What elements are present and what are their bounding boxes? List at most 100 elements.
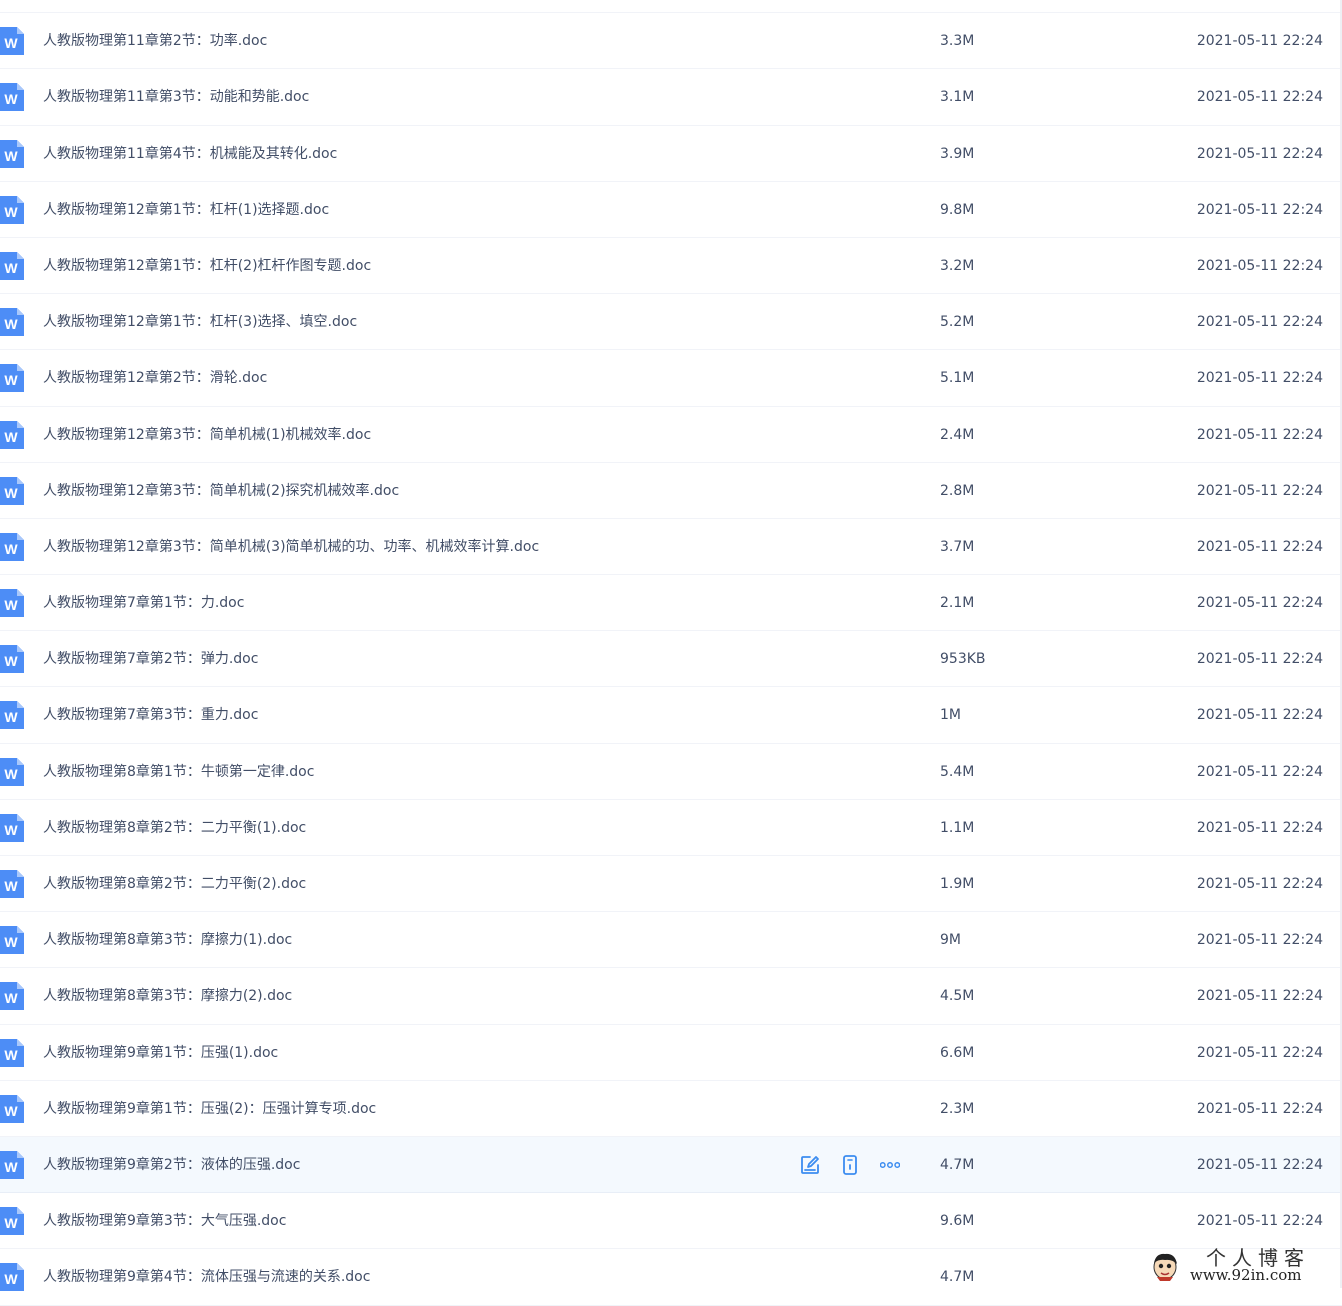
file-date: 2021-05-11 22:24 [1196, 988, 1323, 1005]
file-row[interactable]: W 人教版物理第12章第2节：滑轮.doc 5.1M 2021-05-11 22:24 [0, 350, 1342, 407]
file-row[interactable]: W 人教版物理第8章第3节：摩擦力(1).doc 9M 2021-05-11 22:2… [0, 912, 1342, 969]
file-row[interactable]: W 人教版物理第7章第3节：重力.doc 1M 2021-05-11 22:24 [0, 687, 1342, 744]
word-doc-icon: W [0, 420, 24, 449]
phone-icon[interactable] [840, 1153, 860, 1177]
file-date: 2021-05-11 22:24 [1196, 876, 1323, 892]
file-name-link[interactable]: 人教版物理第12章第3节：简单机械(2)探究机械效率.doc [43, 481, 399, 501]
word-doc-icon: W [0, 476, 24, 505]
file-size: 4.5M [940, 988, 975, 1005]
file-date: 2021-05-11 22:24 [1196, 33, 1323, 50]
file-row[interactable]: W人教版物理第11章第1节：功.doc [0, 0, 1342, 14]
word-doc-icon: W [0, 1038, 24, 1067]
file-row[interactable]: W 人教版物理第8章第3节：摩擦力(2).doc 4.5M 2021-05-11 22… [0, 968, 1342, 1025]
svg-text:W: W [4, 91, 18, 107]
file-name-link[interactable]: 人教版物理第8章第3节：摩擦力(1).doc [43, 930, 292, 950]
file-row[interactable]: W 人教版物理第11章第4节：机械能及其转化.doc 3.9M 2021-05-11 … [0, 126, 1342, 182]
file-row[interactable]: W 人教版物理第7章第2节：弹力.doc 953KB 2021-05-11 22:24 [0, 631, 1342, 688]
file-name-link[interactable]: 人教版物理第8章第1节：牛顿第一定律.doc [43, 762, 314, 782]
file-name-link[interactable]: 人教版物理第12章第1节：杠杆(3)选择、填空.doc [43, 312, 357, 332]
file-row[interactable]: W 人教版物理第12章第3节：简单机械(1)机械效率.doc 2.4M 2021-05… [0, 407, 1342, 463]
file-row[interactable]: W 人教版物理第12章第1节：杠杆(1)选择题.doc 9.8M 2021-05-11… [0, 182, 1342, 238]
file-size: 1.1M [940, 819, 975, 836]
file-name-link[interactable]: 人教版物理第9章第1节：压强(1).doc [43, 1043, 278, 1063]
file-row[interactable]: W 人教版物理第9章第2节：液体的压强.doc 4.7M 2021-05-11 22:… [0, 1136, 1342, 1194]
svg-text:W: W [4, 1215, 18, 1231]
file-name-link[interactable]: 人教版物理第8章第2节：二力平衡(1).doc [43, 818, 306, 838]
file-date: 2021-05-11 22:24 [1196, 482, 1323, 499]
file-name-link[interactable]: 人教版物理第9章第3节：大气压强.doc [43, 1211, 286, 1231]
file-size: 1M [940, 707, 961, 724]
more-icon[interactable] [880, 1153, 900, 1177]
file-row[interactable]: W 人教版物理第11章第2节：功率.doc 3.3M 2021-05-11 22:24 [0, 13, 1342, 70]
file-date: 2021-05-11 22:24 [1196, 819, 1323, 836]
file-row[interactable]: W 人教版物理第9章第1节：压强(1).doc 6.6M 2021-05-11 22:… [0, 1025, 1342, 1081]
file-name-link[interactable]: 人教版物理第11章第3节：动能和势能.doc [43, 87, 309, 107]
edit-icon[interactable] [800, 1153, 820, 1177]
file-row[interactable]: W 人教版物理第12章第1节：杠杆(2)杠杆作图专题.doc 3.2M 2021-05… [0, 238, 1342, 295]
file-name-link[interactable]: 人教版物理第7章第3节：重力.doc [43, 705, 258, 725]
file-date: 2021-05-11 22:24 [1196, 1156, 1323, 1173]
file-size: 4.7M [940, 1269, 975, 1286]
file-size: 3.9M [940, 145, 975, 162]
file-date: 2021-05-11 22:24 [1196, 370, 1323, 387]
file-size: 5.4M [940, 763, 975, 780]
file-size: 3.3M [940, 33, 975, 50]
word-doc-icon: W [0, 926, 24, 955]
file-name-link[interactable]: 人教版物理第11章第2节：功率.doc [43, 31, 267, 51]
file-date: 2021-05-11 22:24 [1196, 651, 1323, 668]
file-date: 2021-05-11 22:24 [1196, 426, 1323, 443]
file-name-link[interactable]: 人教版物理第9章第1节：压强(2)：压强计算专项.doc [43, 1099, 376, 1119]
file-row[interactable]: W 人教版物理第9章第1节：压强(2)：压强计算专项.doc 2.3M 2021-05… [0, 1081, 1342, 1137]
file-size: 9.6M [940, 1213, 975, 1230]
file-name-link[interactable]: 人教版物理第7章第2节：弹力.doc [43, 649, 258, 669]
file-size: 9.8M [940, 201, 975, 218]
file-row[interactable]: W 人教版物理第8章第2节：二力平衡(2).doc 1.9M 2021-05-11 2… [0, 856, 1342, 913]
word-doc-icon: W [0, 645, 24, 674]
svg-text:W: W [4, 597, 18, 613]
svg-text:W: W [4, 934, 18, 950]
file-date: 2021-05-11 22:24 [1196, 707, 1323, 724]
file-name-link[interactable]: 人教版物理第12章第3节：简单机械(3)简单机械的功、功率、机械效率计算.doc [43, 537, 539, 557]
word-doc-icon: W [0, 757, 24, 786]
file-date: 2021-05-11 22:24 [1196, 145, 1323, 162]
file-date: 2021-05-11 22:24 [1196, 1100, 1323, 1117]
file-row[interactable]: W 人教版物理第11章第3节：动能和势能.doc 3.1M 2021-05-11 22… [0, 69, 1342, 126]
file-row[interactable]: W 人教版物理第12章第1节：杠杆(3)选择、填空.doc 5.2M 2021-05-… [0, 294, 1342, 351]
word-doc-icon: W [0, 589, 24, 618]
file-date: 2021-05-11 22:24 [1196, 201, 1323, 218]
file-row[interactable]: W 人教版物理第12章第3节：简单机械(3)简单机械的功、功率、机械效率计算.do… [0, 519, 1342, 576]
file-name-link[interactable]: 人教版物理第11章第4节：机械能及其转化.doc [43, 144, 337, 164]
word-doc-icon: W [0, 139, 24, 168]
file-name-link[interactable]: 人教版物理第12章第3节：简单机械(1)机械效率.doc [43, 425, 371, 445]
file-row[interactable]: W 人教版物理第9章第4节：流体压强与流速的关系.doc 4.7M [0, 1249, 1342, 1306]
svg-text:W: W [4, 148, 18, 164]
file-name-link[interactable]: 人教版物理第9章第2节：液体的压强.doc [43, 1155, 300, 1175]
file-name-link[interactable]: 人教版物理第12章第1节：杠杆(1)选择题.doc [43, 200, 329, 220]
file-row[interactable]: W 人教版物理第9章第3节：大气压强.doc 9.6M 2021-05-11 22:2… [0, 1193, 1342, 1250]
file-row[interactable]: W 人教版物理第12章第3节：简单机械(2)探究机械效率.doc 2.8M 2021-… [0, 463, 1342, 519]
file-name-link[interactable]: 人教版物理第12章第2节：滑轮.doc [43, 368, 267, 388]
file-size: 9M [940, 932, 961, 949]
file-name-link[interactable]: 人教版物理第7章第1节：力.doc [43, 593, 244, 613]
svg-text:W: W [4, 429, 18, 445]
file-size: 953KB [940, 651, 986, 668]
word-doc-icon: W [0, 982, 24, 1011]
file-name-link[interactable]: 人教版物理第8章第2节：二力平衡(2).doc [43, 874, 306, 894]
word-doc-icon: W [0, 308, 24, 337]
svg-text:W: W [4, 653, 18, 669]
word-doc-icon: W [0, 83, 24, 112]
file-row[interactable]: W 人教版物理第8章第1节：牛顿第一定律.doc 5.4M 2021-05-11 22… [0, 744, 1342, 800]
file-size: 3.7M [940, 538, 975, 555]
word-doc-icon: W [0, 1150, 24, 1179]
file-name-link[interactable]: 人教版物理第12章第1节：杠杆(2)杠杆作图专题.doc [43, 256, 371, 276]
word-doc-icon: W [0, 701, 24, 730]
svg-text:W: W [4, 1159, 18, 1175]
file-row[interactable]: W 人教版物理第8章第2节：二力平衡(1).doc 1.1M 2021-05-11 2… [0, 800, 1342, 856]
file-date: 2021-05-11 22:24 [1196, 1213, 1323, 1230]
file-name-link[interactable]: 人教版物理第9章第4节：流体压强与流速的关系.doc [43, 1267, 370, 1287]
word-doc-icon: W [0, 870, 24, 898]
cartoon-avatar-icon [1153, 1253, 1177, 1281]
file-name-link[interactable]: 人教版物理第8章第3节：摩擦力(2).doc [43, 986, 292, 1006]
file-row[interactable]: W 人教版物理第7章第1节：力.doc 2.1M 2021-05-11 22:24 [0, 575, 1342, 632]
file-date: 2021-05-11 22:24 [1196, 595, 1323, 612]
